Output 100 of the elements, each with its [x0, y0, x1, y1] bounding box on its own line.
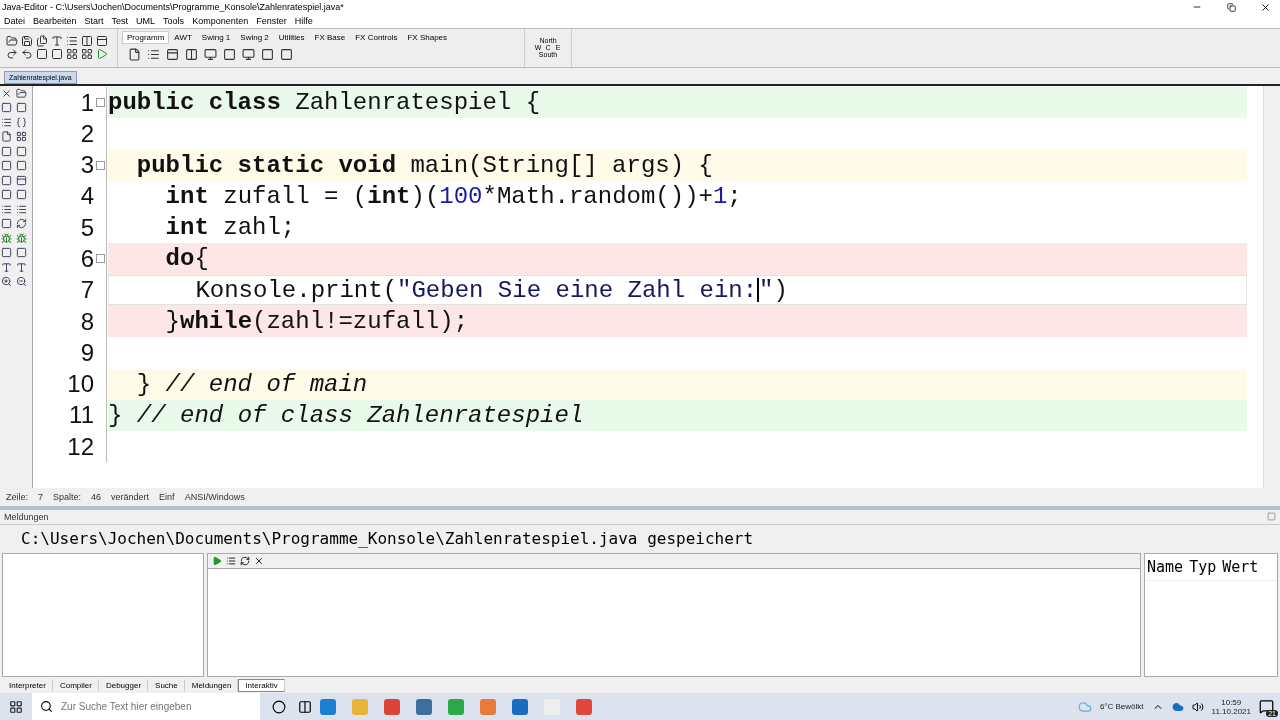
menu-item[interactable]: Fenster	[256, 15, 287, 26]
speaker-icon[interactable]	[1191, 700, 1204, 713]
app-icon[interactable]	[320, 698, 336, 715]
tool-icon[interactable]	[16, 160, 27, 172]
tool-icon[interactable]	[16, 102, 27, 114]
tool-icon[interactable]	[16, 247, 27, 259]
cloud-icon[interactable]	[1171, 700, 1184, 713]
bug-icon[interactable]	[16, 232, 27, 244]
zoom-in-icon[interactable]	[1, 276, 12, 288]
task-view-icon[interactable]	[298, 699, 312, 714]
component-icon[interactable]	[128, 47, 141, 61]
refresh-icon[interactable]	[240, 555, 250, 566]
panel-tab[interactable]: Interaktiv	[238, 678, 285, 692]
menu-item[interactable]: Start	[84, 15, 104, 26]
tool-icon[interactable]	[1, 247, 12, 259]
restore-icon[interactable]	[1226, 2, 1236, 12]
tool-icon[interactable]	[1, 189, 12, 201]
circle-icon[interactable]	[272, 699, 286, 714]
weather-text[interactable]: 6°C Bewölkt	[1099, 702, 1144, 711]
tool-icon[interactable]	[1, 174, 12, 186]
app-icon[interactable]	[384, 698, 400, 715]
menu-item[interactable]: UML	[136, 15, 156, 26]
menu-item[interactable]: Datei	[4, 15, 25, 26]
close-icon[interactable]	[254, 555, 264, 566]
palette-tab[interactable]: Swing 1	[196, 30, 236, 44]
toolbar-icon[interactable]	[6, 48, 18, 61]
panel-tab[interactable]: Interpreter	[2, 678, 53, 692]
tool-icon[interactable]	[1, 145, 12, 157]
tool-icon[interactable]	[1, 102, 12, 114]
app-icon[interactable]	[416, 698, 432, 715]
tool-icon[interactable]	[1, 203, 12, 215]
toolbar-icon[interactable]	[51, 48, 63, 61]
menu-item[interactable]: Tools	[163, 15, 185, 26]
menu-item[interactable]: Komponenten	[192, 15, 249, 26]
panel-tab[interactable]: Compiler	[52, 678, 99, 692]
palette-tab[interactable]: FX Base	[309, 30, 351, 44]
app-icon[interactable]	[512, 698, 528, 715]
toolbar-icon[interactable]	[36, 35, 48, 48]
palette-tab[interactable]: FX Controls	[350, 30, 403, 44]
close-icon[interactable]	[1259, 1, 1271, 13]
component-icon[interactable]	[204, 47, 217, 61]
windows-start-icon[interactable]	[9, 699, 23, 714]
toolbar-icon[interactable]	[21, 48, 33, 61]
tool-icon[interactable]	[1, 131, 12, 143]
bug-icon[interactable]	[1, 232, 12, 244]
palette-tab[interactable]: Utilities	[273, 30, 310, 44]
palette-tab[interactable]: Programm	[122, 30, 170, 44]
notification-icon[interactable]	[1259, 699, 1274, 714]
fold-marker[interactable]	[95, 98, 105, 107]
clock-date[interactable]: 11.10.2021	[1211, 706, 1251, 716]
tool-icon[interactable]	[16, 218, 27, 230]
taskbar-search-box[interactable]: Zur Suche Text hier eingeben	[32, 693, 260, 720]
toolbar-icon[interactable]	[36, 48, 48, 61]
component-icon[interactable]	[261, 47, 274, 61]
zoom-out-icon[interactable]	[16, 276, 27, 288]
component-icon[interactable]	[166, 47, 179, 61]
panel-tab[interactable]: Suche	[148, 678, 185, 692]
menu-item[interactable]: Hilfe	[294, 15, 313, 26]
tool-icon[interactable]	[16, 203, 27, 215]
tool-icon[interactable]	[16, 174, 27, 186]
palette-tab[interactable]: Swing 2	[235, 30, 274, 44]
tool-icon[interactable]	[1, 160, 12, 172]
tool-icon[interactable]	[16, 145, 27, 157]
run-icon[interactable]	[212, 555, 222, 566]
column-header[interactable]: Name	[1147, 557, 1184, 576]
toolbar-icon[interactable]	[66, 35, 78, 48]
tool-icon[interactable]	[16, 116, 27, 128]
folder-icon[interactable]	[6, 35, 18, 48]
component-icon[interactable]	[185, 47, 198, 61]
palette-tab[interactable]: FX Shapes	[402, 30, 453, 44]
clock-time[interactable]: 10:59	[1221, 697, 1242, 707]
component-icon[interactable]	[242, 47, 255, 61]
tool-icon[interactable]	[1, 261, 12, 273]
column-header[interactable]: Wert	[1222, 557, 1259, 576]
column-header[interactable]: Typ	[1189, 557, 1217, 576]
save-icon[interactable]	[21, 35, 33, 48]
component-icon[interactable]	[223, 47, 236, 61]
close-icon[interactable]	[1, 87, 12, 99]
toolbar-icon[interactable]	[96, 35, 108, 48]
menu-item[interactable]: Test	[111, 15, 129, 26]
toolbar-icon[interactable]	[51, 35, 63, 48]
component-icon[interactable]	[147, 47, 160, 61]
menu-item[interactable]: Bearbeiten	[33, 15, 77, 26]
toolbar-icon[interactable]	[66, 48, 78, 61]
list-icon[interactable]	[226, 555, 236, 566]
taskbar-search-field[interactable]: Zur Suche Text hier eingeben	[59, 700, 260, 713]
tool-icon[interactable]	[16, 189, 27, 201]
tool-icon[interactable]	[1, 218, 12, 230]
tool-icon[interactable]	[1, 116, 12, 128]
tool-icon[interactable]	[16, 261, 27, 273]
palette-tab[interactable]: AWT	[169, 30, 197, 44]
panel-tab[interactable]: Debugger	[98, 678, 149, 692]
tool-icon[interactable]	[16, 87, 27, 99]
fold-marker[interactable]	[95, 160, 105, 170]
toolbar-icon[interactable]	[81, 35, 93, 48]
tool-icon[interactable]	[16, 131, 27, 143]
toolbar-icon[interactable]	[81, 48, 93, 61]
fold-marker[interactable]	[95, 254, 105, 264]
component-icon[interactable]	[280, 47, 293, 61]
app-icon[interactable]	[576, 698, 592, 715]
